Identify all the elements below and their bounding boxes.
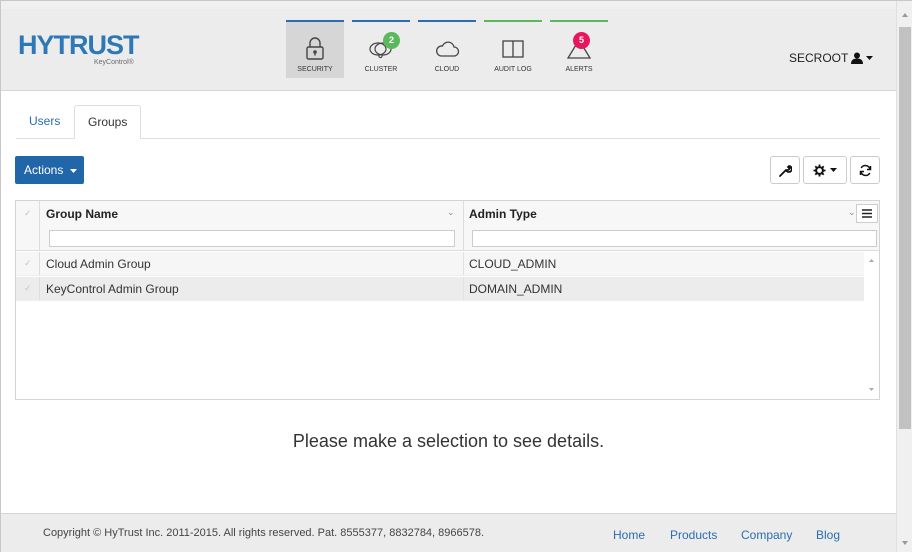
refresh-icon — [859, 164, 871, 176]
app-window: HYTRUST KeyControl® SECURITY 2 CLUSTER C… — [0, 0, 912, 552]
cell-group-name: Cloud Admin Group — [46, 257, 151, 271]
hamburger-icon — [862, 209, 872, 218]
actions-label: Actions — [24, 163, 64, 177]
nav-audit-log[interactable]: AUDIT LOG — [484, 20, 542, 78]
book-icon — [502, 40, 524, 58]
table-scrollbar[interactable] — [864, 252, 879, 399]
top-strip — [1, 1, 896, 9]
cluster-badge: 2 — [383, 32, 400, 49]
caret-down-icon — [830, 167, 837, 172]
app-header: HYTRUST KeyControl® SECURITY 2 CLUSTER C… — [1, 9, 896, 91]
table-row[interactable]: ✓ Cloud Admin Group CLOUD_ADMIN — [16, 252, 864, 276]
column-header-group-name[interactable]: Group Name — [46, 207, 118, 221]
page-scrollbar[interactable] — [896, 1, 912, 552]
scroll-down-arrow-icon — [869, 388, 874, 391]
column-header-admin-type[interactable]: Admin Type — [469, 207, 537, 221]
nav-label: CLUSTER — [364, 66, 398, 73]
logo-text: HYTRUST — [18, 30, 140, 60]
nav-label: AUDIT LOG — [494, 66, 532, 73]
check-icon: ✓ — [24, 283, 32, 293]
footer-link-home[interactable]: Home — [613, 528, 645, 542]
wrench-button[interactable] — [770, 156, 800, 184]
footer-link-products[interactable]: Products — [670, 528, 717, 542]
sort-chevron-icon[interactable]: ⌄ — [447, 207, 455, 218]
table-header: ✓ Group Name ⌄ Admin Type ⌄ — [16, 201, 879, 251]
cloud-icon — [436, 41, 460, 57]
group-name-filter[interactable] — [49, 230, 455, 247]
refresh-button[interactable] — [850, 156, 880, 184]
tab-bar: Users Groups — [16, 105, 880, 139]
nav-label: SECURITY — [297, 66, 333, 73]
cell-admin-type: DOMAIN_ADMIN — [469, 282, 563, 296]
lock-icon — [306, 37, 324, 60]
select-all-checkbox[interactable]: ✓ — [16, 201, 40, 250]
username: SECROOT — [789, 51, 849, 65]
nav-cluster[interactable]: 2 CLUSTER — [352, 20, 410, 78]
scrollbar-thumb[interactable] — [899, 27, 911, 429]
details-empty-message: Please make a selection to see details. — [292, 431, 605, 451]
scroll-up-arrow-icon — [902, 13, 908, 17]
nav-security[interactable]: SECURITY — [286, 20, 344, 78]
cell-admin-type: CLOUD_ADMIN — [469, 257, 557, 271]
nav-label: ALERTS — [565, 66, 593, 73]
caret-down-icon — [69, 169, 77, 173]
user-icon — [851, 52, 864, 64]
sort-chevron-icon[interactable]: ⌄ — [848, 207, 856, 218]
nav-label: CLOUD — [434, 66, 460, 73]
copyright-text: Copyright © HyTrust Inc. 2011-2015. All … — [43, 527, 485, 539]
table-row[interactable]: ✓ KeyControl Admin Group DOMAIN_ADMIN — [16, 277, 864, 301]
check-icon: ✓ — [24, 208, 32, 218]
footer-link-blog[interactable]: Blog — [816, 528, 840, 542]
row-checkbox[interactable]: ✓ — [16, 252, 40, 275]
column-menu-button[interactable] — [856, 204, 878, 223]
tab-label: Users — [29, 114, 61, 128]
check-icon: ✓ — [24, 258, 32, 268]
actions-button[interactable]: Actions — [15, 156, 84, 184]
tab-users[interactable]: Users — [16, 105, 73, 139]
wrench-icon — [778, 164, 792, 177]
logo-product: KeyControl® — [94, 59, 134, 66]
scroll-down-arrow-icon — [902, 541, 908, 545]
column-divider — [463, 277, 464, 300]
column-divider — [463, 201, 464, 250]
main-nav: SECURITY 2 CLUSTER CLOUD AUDIT LOG 5 ALE… — [286, 20, 608, 90]
nav-cloud[interactable]: CLOUD — [418, 20, 476, 78]
caret-down-icon — [866, 55, 874, 60]
tab-groups[interactable]: Groups — [74, 105, 142, 139]
footer-link-company[interactable]: Company — [741, 528, 792, 542]
cell-group-name: KeyControl Admin Group — [46, 282, 179, 296]
settings-menu-button[interactable] — [803, 156, 847, 184]
nav-alerts[interactable]: 5 ALERTS — [550, 20, 608, 78]
tab-label: Groups — [88, 115, 128, 129]
page-footer: Copyright © HyTrust Inc. 2011-2015. All … — [1, 513, 896, 552]
admin-type-filter[interactable] — [472, 230, 877, 247]
hytrust-logo[interactable]: HYTRUST KeyControl® — [18, 31, 148, 75]
alerts-badge: 5 — [573, 32, 590, 49]
groups-table: ✓ Group Name ⌄ Admin Type ⌄ ✓ Cloud Admi… — [15, 200, 880, 400]
column-divider — [463, 252, 464, 275]
user-menu[interactable]: SECROOT — [789, 51, 874, 65]
gear-icon — [813, 164, 826, 176]
scroll-up-arrow-icon — [869, 259, 874, 262]
row-checkbox[interactable]: ✓ — [16, 277, 40, 300]
